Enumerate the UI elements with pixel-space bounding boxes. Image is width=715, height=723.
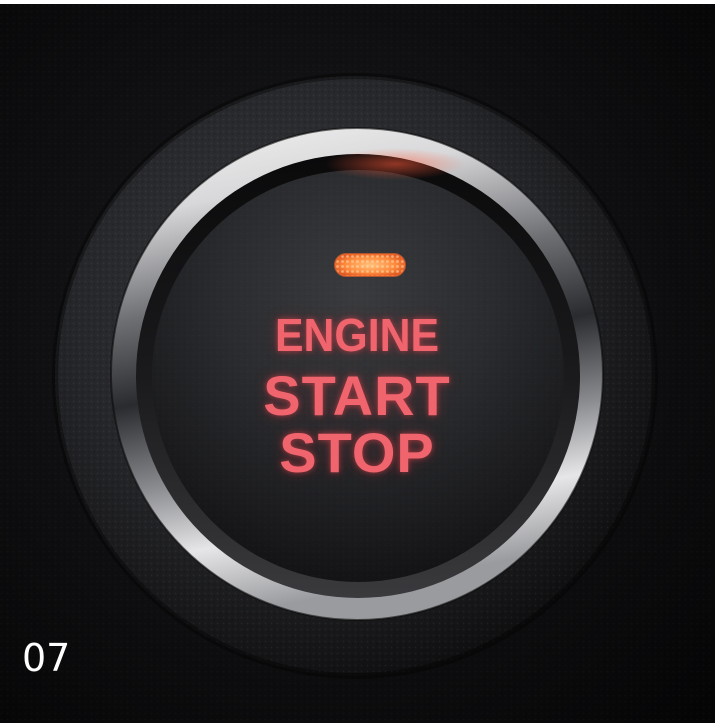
indicator-light-icon <box>334 253 406 277</box>
button-label-engine: ENGINE <box>274 309 440 361</box>
button-label-start: START <box>263 364 451 427</box>
image-index-label: 07 <box>22 636 71 680</box>
button-label-stop: STOP <box>279 421 435 484</box>
photo-engine-start-button: ENGINE START STOP 07 <box>0 4 715 723</box>
